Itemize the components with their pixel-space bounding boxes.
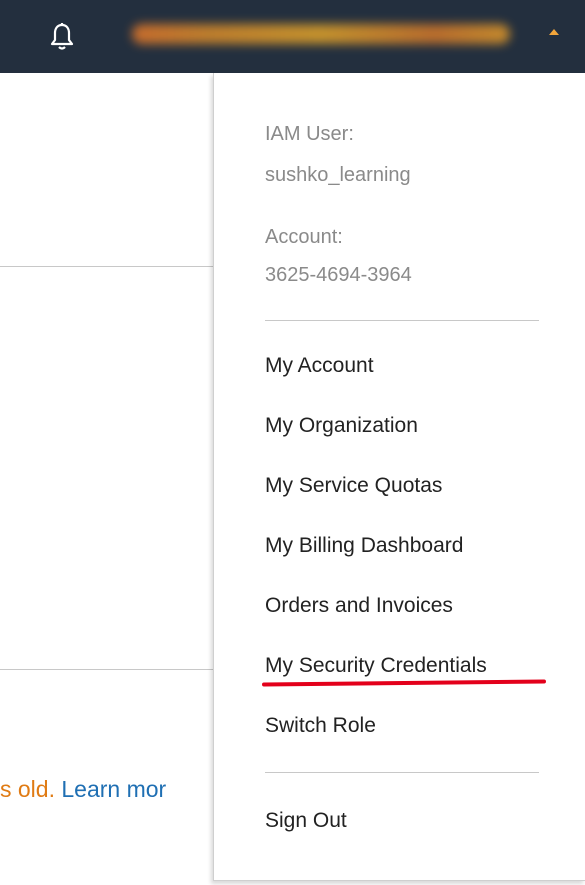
age-text: s old. bbox=[0, 776, 55, 802]
iam-user-label: IAM User: bbox=[265, 123, 354, 145]
page-divider bbox=[0, 669, 214, 670]
learn-more-link[interactable]: Learn mor bbox=[61, 776, 166, 802]
sign-out-button[interactable]: Sign Out bbox=[265, 809, 347, 833]
menu-divider bbox=[265, 320, 539, 321]
top-navigation-bar bbox=[0, 0, 585, 73]
menu-item-my-security-credentials[interactable]: My Security Credentials bbox=[265, 654, 487, 678]
account-label: Account: bbox=[265, 226, 343, 248]
account-dropdown-menu: IAM User: sushko_learning Account: 3625-… bbox=[213, 73, 585, 881]
menu-item-orders-and-invoices[interactable]: Orders and Invoices bbox=[265, 594, 453, 618]
menu-item-my-account[interactable]: My Account bbox=[265, 354, 374, 378]
bell-icon[interactable] bbox=[48, 22, 76, 52]
menu-item-switch-role[interactable]: Switch Role bbox=[265, 714, 376, 738]
account-id-value: 3625-4694-3964 bbox=[265, 264, 412, 286]
account-name-blurred[interactable] bbox=[132, 24, 510, 44]
menu-item-my-organization[interactable]: My Organization bbox=[265, 414, 418, 438]
menu-item-my-billing-dashboard[interactable]: My Billing Dashboard bbox=[265, 534, 463, 558]
menu-divider bbox=[265, 772, 539, 773]
iam-user-value: sushko_learning bbox=[265, 164, 411, 186]
menu-item-my-service-quotas[interactable]: My Service Quotas bbox=[265, 474, 442, 498]
page-divider bbox=[0, 266, 214, 267]
caret-up-icon[interactable] bbox=[549, 29, 559, 35]
key-age-notice: s old. Learn mor bbox=[0, 772, 214, 806]
